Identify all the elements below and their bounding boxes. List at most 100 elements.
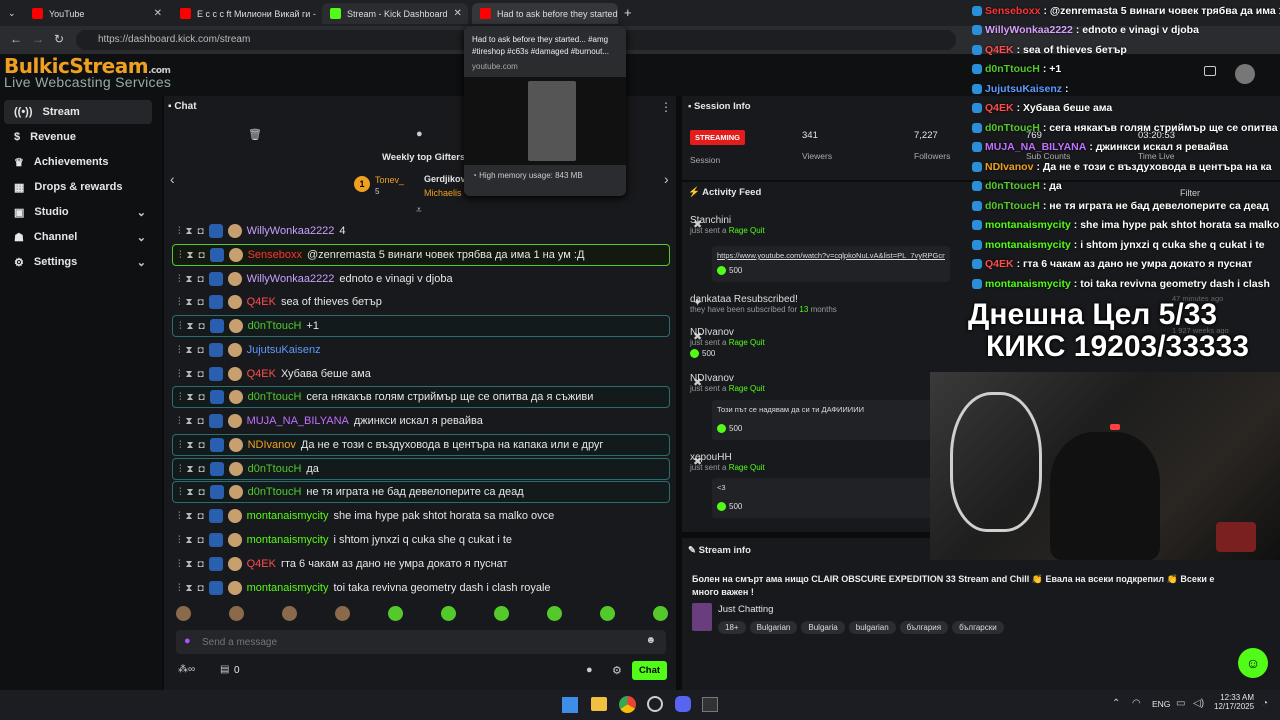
chat-username[interactable]: d0nTtoucH xyxy=(248,486,302,498)
timeout-icon[interactable]: ⧗ xyxy=(186,226,193,237)
emote-icon[interactable] xyxy=(441,606,456,621)
shield-icon[interactable]: ◘ xyxy=(198,583,204,594)
chat-username[interactable]: montanaismycity xyxy=(247,510,329,522)
pin-icon[interactable]: ⫶ xyxy=(179,464,182,475)
chat-username[interactable]: JujutsuKaisenz xyxy=(247,344,321,356)
shield-icon[interactable]: ◘ xyxy=(199,487,205,498)
pin-icon[interactable]: ⫶ xyxy=(178,511,181,522)
pin-icon[interactable]: ⫶ xyxy=(178,297,181,308)
shield-icon[interactable]: ◘ xyxy=(198,559,204,570)
shield-icon[interactable]: ◘ xyxy=(199,440,205,451)
timeout-icon[interactable]: ⧗ xyxy=(186,416,193,427)
shield-icon[interactable]: ◘ xyxy=(198,369,204,380)
emote-icon[interactable] xyxy=(282,606,297,621)
chat-username[interactable]: d0nTtoucH xyxy=(248,391,302,403)
chrome-icon[interactable] xyxy=(619,696,636,713)
sidebar-item-channel[interactable]: ☗ Channel ⌄ xyxy=(4,225,152,249)
trash-icon[interactable]: 🗑 xyxy=(248,128,262,141)
language-indicator[interactable]: ENG xyxy=(1152,699,1170,709)
shield-icon[interactable]: ◘ xyxy=(199,464,205,475)
chat-username[interactable]: Q4EK xyxy=(247,368,276,380)
microphone-icon[interactable]: ● xyxy=(184,635,191,647)
chat-message[interactable]: ⫶ ⧗ ◘ WillyWonkaa2222 4 xyxy=(172,220,670,242)
reload-icon[interactable]: ↻ xyxy=(54,32,64,46)
gifters-prev-icon[interactable]: ‹ xyxy=(170,171,175,187)
chat-message[interactable]: ⫶ ⧗ ◘ Q4EK гта 6 чакам аз дано не умра докат… xyxy=(172,553,670,575)
timeout-icon[interactable]: ⧗ xyxy=(186,297,193,308)
message-icon[interactable]: ● xyxy=(416,128,423,140)
chat-message[interactable]: ⫶ ⧗ ◘ Q4EK Хубава беше ама xyxy=(172,363,670,385)
tab-kick-dashboard[interactable]: Stream - Kick Dashboard ✕ xyxy=(322,3,468,24)
logo[interactable]: BulkicStream.com Live Webcasting Service… xyxy=(4,54,174,96)
chat-message[interactable]: ⫶ ⧗ ◘ WillyWonkaa2222 ednoto e vinagi v djob… xyxy=(172,268,670,290)
settings-icon[interactable]: ⚙ xyxy=(612,664,622,677)
sidebar-item-revenue[interactable]: $ Revenue xyxy=(4,125,152,149)
sidebar-item-achievements[interactable]: ♛ Achievements xyxy=(4,150,152,174)
timeout-icon[interactable]: ⧗ xyxy=(187,464,194,475)
emote-icon[interactable] xyxy=(388,606,403,621)
timeout-icon[interactable]: ⧗ xyxy=(186,274,193,285)
emote-icon[interactable] xyxy=(229,606,244,621)
chat-username[interactable]: d0nTtoucH xyxy=(248,320,302,332)
shield-icon[interactable]: ◘ xyxy=(199,250,205,261)
pin-icon[interactable]: ⫶ xyxy=(178,369,181,380)
volume-icon[interactable]: ◁) xyxy=(1193,698,1204,709)
emote-icon[interactable] xyxy=(600,606,615,621)
shield-icon[interactable]: ◘ xyxy=(198,297,204,308)
chat-username[interactable]: montanaismycity xyxy=(247,582,329,594)
network-icon[interactable]: ▭ xyxy=(1176,698,1185,709)
file-explorer-icon[interactable] xyxy=(591,697,607,711)
chat-message[interactable]: ⫶ ⧗ ◘ d0nTtoucH не тя играта не бад девелопе… xyxy=(172,481,670,503)
pin-icon[interactable]: ⫶ xyxy=(179,250,182,261)
pin-icon[interactable]: ⫶ xyxy=(178,226,181,237)
pin-icon[interactable]: ⫶ xyxy=(178,583,181,594)
terminal-icon[interactable] xyxy=(702,697,718,712)
chat-username[interactable]: d0nTtoucH xyxy=(248,463,302,475)
timeout-icon[interactable]: ⧗ xyxy=(186,559,193,570)
close-icon[interactable]: ✕ xyxy=(154,8,162,19)
timeout-icon[interactable]: ⧗ xyxy=(186,583,193,594)
close-icon[interactable]: ✕ xyxy=(454,8,462,19)
chat-message[interactable]: ⫶ ⧗ ◘ NDIvanov Да не е този с въздуховода в … xyxy=(172,434,670,456)
chat-message[interactable]: ⫶ ⧗ ◘ Q4EK sea of thieves бетър xyxy=(172,291,670,313)
shield-icon[interactable]: ◘ xyxy=(198,416,204,427)
notification-icon[interactable]: ◔ xyxy=(1262,698,1268,709)
chat-menu-icon[interactable]: ⋮ xyxy=(660,100,672,114)
send-chat-button[interactable]: Chat xyxy=(632,661,667,680)
tray-chevron-icon[interactable]: ⌃ xyxy=(1112,698,1120,709)
support-chat-button[interactable]: ☺ xyxy=(1238,648,1268,678)
emote-icon[interactable] xyxy=(176,606,191,621)
tab-youtube-2[interactable]: E c c c ft Милиони Викай ги - Y✕ xyxy=(172,3,318,24)
chat-message[interactable]: ⫶ ⧗ ◘ montanaismycity toi taka revivna geome… xyxy=(172,577,670,599)
pin-icon[interactable]: ⫶ xyxy=(179,487,182,498)
pin-icon[interactable]: ⫶ xyxy=(178,559,181,570)
sidebar-item-drops[interactable]: ▦ Drops & rewards xyxy=(4,175,152,199)
timeout-icon[interactable]: ⧗ xyxy=(187,250,194,261)
shield-icon[interactable]: ◘ xyxy=(198,226,204,237)
clock[interactable]: 12:33 AM 12/17/2025 xyxy=(1214,693,1254,711)
youtube-link[interactable]: https://www.youtube.com/watch?v=cqlpkoNu… xyxy=(717,251,945,260)
sidebar-item-settings[interactable]: ⚙ Settings ⌄ xyxy=(4,250,152,274)
emote-icon[interactable] xyxy=(494,606,509,621)
chat-username[interactable]: montanaismycity xyxy=(247,534,329,546)
pin-icon[interactable]: ⫶ xyxy=(178,345,181,356)
sidebar-item-stream[interactable]: ((•)) Stream xyxy=(4,100,152,124)
chat-username[interactable]: WillyWonkaa2222 xyxy=(247,225,335,237)
new-tab-button[interactable]: + xyxy=(624,5,632,20)
back-icon[interactable]: ← xyxy=(10,32,22,46)
pin-icon[interactable]: ⫶ xyxy=(179,392,182,403)
chat-username[interactable]: Q4EK xyxy=(247,558,276,570)
chat-username[interactable]: WillyWonkaa2222 xyxy=(247,273,335,285)
discord-icon[interactable] xyxy=(675,696,691,712)
tab-youtube[interactable]: YouTube ✕ xyxy=(24,3,170,24)
tab-youtube-3[interactable]: Had to ask before they started✕ xyxy=(472,3,618,24)
chat-username[interactable]: Q4EK xyxy=(247,296,276,308)
timeout-icon[interactable]: ⧗ xyxy=(186,511,193,522)
timeout-icon[interactable]: ⧗ xyxy=(187,392,194,403)
timeout-icon[interactable]: ⧗ xyxy=(187,321,194,332)
chat-message[interactable]: ⫶ ⧗ ◘ d0nTtoucH да xyxy=(172,458,670,480)
chat-message[interactable]: ⫶ ⧗ ◘ d0nTtoucH +1 xyxy=(172,315,670,337)
sidebar-item-studio[interactable]: ▣ Studio ⌄ xyxy=(4,200,152,224)
tab-list-button[interactable]: ⌄ xyxy=(4,3,22,24)
points-icon[interactable]: ⁂∞ xyxy=(178,664,195,675)
